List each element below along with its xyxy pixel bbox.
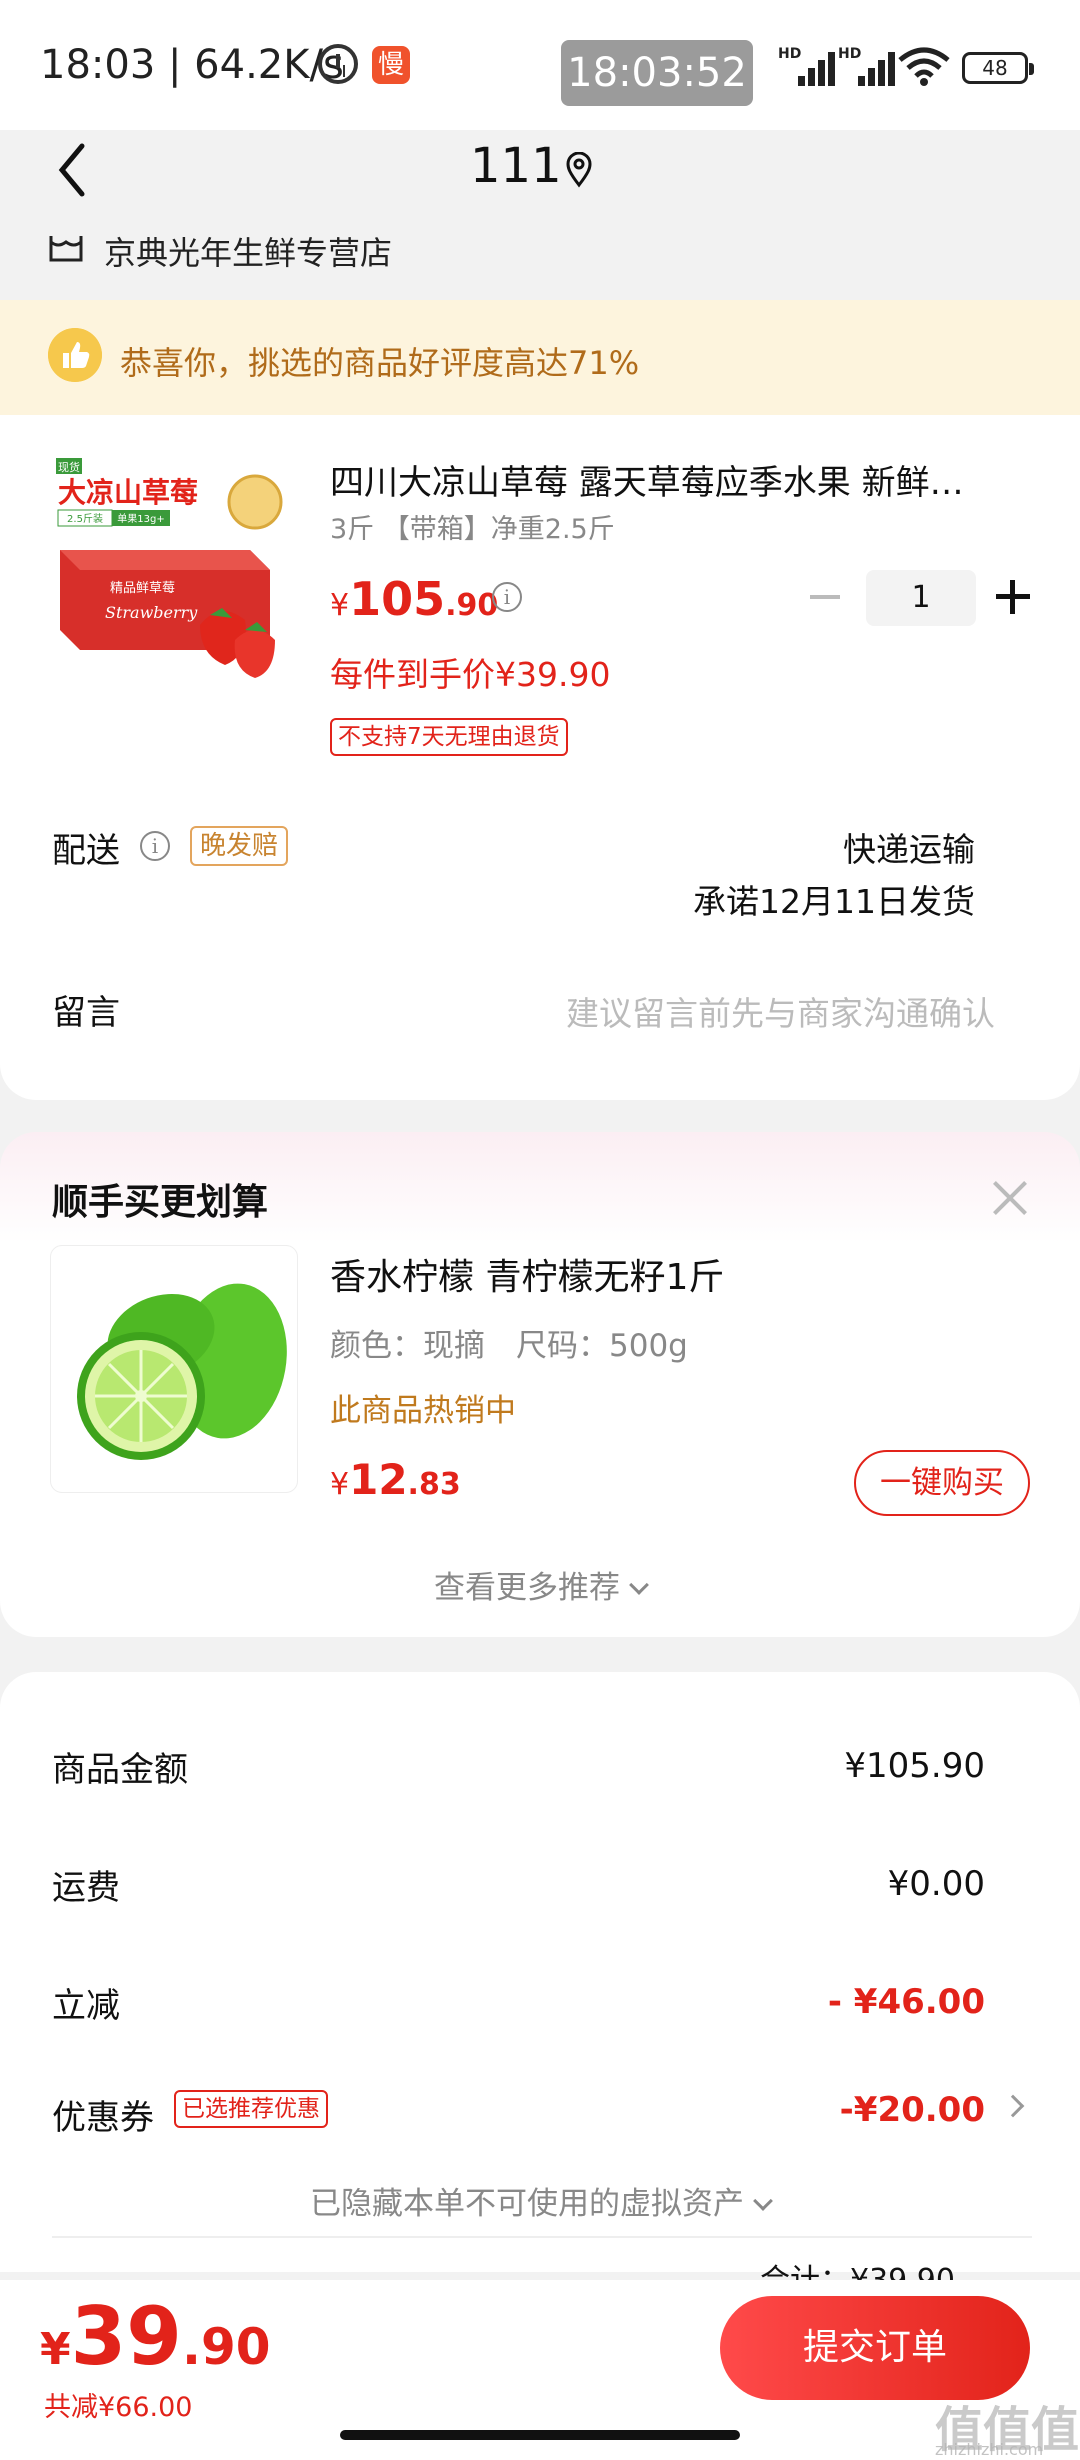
freight-value: ¥0.00 (887, 1864, 985, 1904)
location-pin-icon[interactable] (565, 152, 593, 188)
total-price: ¥39.90 (40, 2290, 271, 2383)
quantity-increase-button[interactable] (996, 580, 1030, 614)
product-price: ¥105.90 (330, 572, 499, 626)
product-title[interactable]: 四川大凉山草莓 露天草莓应季水果 新鲜… (330, 455, 1010, 504)
product-image[interactable]: 现货 大凉山草莓 2.5斤装 单果13g+ 精品鲜草莓 Strawberry (50, 450, 290, 690)
hidden-assets-label: 已隐藏本单不可使用的虚拟资产 (310, 2186, 744, 2222)
coupon-value[interactable]: -¥20.00 (840, 2090, 985, 2130)
signal-icon: HD (838, 46, 900, 88)
per-item-price: 每件到手价¥39.90 (330, 655, 611, 694)
watermark-site: zhizhizhi.com (935, 2440, 1044, 2459)
recommend-item-image[interactable] (50, 1245, 298, 1493)
page-title: 111 (470, 138, 562, 194)
delivery-method[interactable]: 快递运输 (843, 823, 975, 871)
recommend-item-spec[interactable]: 颜色：现摘 尺码：500g (330, 1320, 688, 1365)
total-saved: 共减¥66.00 (44, 2392, 193, 2423)
chevron-down-icon (753, 2191, 773, 2211)
close-icon[interactable] (990, 1178, 1030, 1218)
hidden-assets-toggle[interactable]: 已隐藏本单不可使用的虚拟资产 (0, 2178, 1080, 2223)
battery-icon: 48 (962, 52, 1034, 84)
recommend-title: 顺手买更划算 (52, 1182, 269, 1223)
divider (52, 2236, 1032, 2238)
status-clock: 18:03:52 (561, 40, 753, 106)
recommend-item-title[interactable]: 香水柠檬 青柠檬无籽1斤 (330, 1248, 724, 1300)
shop-icon (49, 236, 83, 262)
delivery-promise: 承诺12月11日发货 (693, 882, 975, 921)
image-name-text: 大凉山草莓 (58, 476, 198, 509)
submit-order-button[interactable]: 提交订单 (720, 2296, 1030, 2400)
recommend-item-price: ¥12.83 (330, 1455, 461, 1504)
signal-icon: HD (778, 46, 840, 88)
quantity-input[interactable]: 1 (866, 570, 976, 626)
chevron-down-icon (629, 1575, 649, 1595)
discount-value: - ¥46.00 (827, 1982, 985, 2022)
delivery-info-icon[interactable]: i (140, 831, 170, 861)
more-recommend-label: 查看更多推荐 (434, 1570, 620, 1606)
back-button[interactable] (52, 140, 92, 200)
coupon-badge: 已选推荐优惠 (174, 2090, 328, 2128)
thumbs-up-icon (48, 328, 102, 382)
image-weight-text: 单果13g+ (117, 513, 164, 525)
late-delivery-badge[interactable]: 晚发赔 (190, 826, 289, 866)
price-info-icon[interactable]: i (492, 582, 522, 612)
image-pack-text: 2.5斤装 (67, 512, 103, 525)
discount-label: 立减 (52, 1986, 120, 2026)
image-tag-text: 现货 (58, 460, 80, 474)
order-card (0, 300, 1080, 1100)
banner-text: 恭喜你，挑选的商品好评度高达71% (120, 344, 640, 382)
message-label: 留言 (52, 993, 120, 1033)
more-recommend-link[interactable]: 查看更多推荐 (0, 1562, 1080, 1607)
coupon-label[interactable]: 优惠券 (52, 2090, 154, 2139)
app-notification-icon: 慢 (372, 46, 410, 84)
status-time-speed: 18:03 | 64.2K/s (40, 42, 344, 88)
one-click-buy-button[interactable]: 一键购买 (854, 1450, 1030, 1516)
message-input[interactable]: 建议留言前先与商家沟通确认 (566, 987, 995, 1035)
product-spec[interactable]: 3斤 【带箱】净重2.5斤 (330, 507, 615, 546)
alarm-icon (318, 44, 358, 84)
goods-amount-label: 商品金额 (52, 1750, 188, 1790)
goods-amount-value: ¥105.90 (844, 1746, 985, 1786)
signal-hd-label: HD (838, 46, 862, 62)
delivery-label: 配送 (52, 831, 120, 871)
recommend-item-hot: 此商品热销中 (330, 1393, 516, 1429)
image-box-text: 精品鲜草莓 (110, 581, 175, 596)
freight-label: 运费 (52, 1868, 120, 1908)
shop-name[interactable]: 京典光年生鲜专营店 (104, 228, 392, 274)
home-indicator[interactable] (340, 2430, 740, 2440)
subtotal-peek: 合计：¥39.90 (760, 2263, 955, 2281)
return-policy-badge: 不支持7天无理由退货 (330, 718, 568, 756)
wifi-icon (898, 47, 950, 86)
image-script-text: Strawberry (105, 603, 198, 622)
quantity-decrease-button[interactable] (810, 595, 840, 599)
signal-hd-label: HD (778, 46, 802, 62)
